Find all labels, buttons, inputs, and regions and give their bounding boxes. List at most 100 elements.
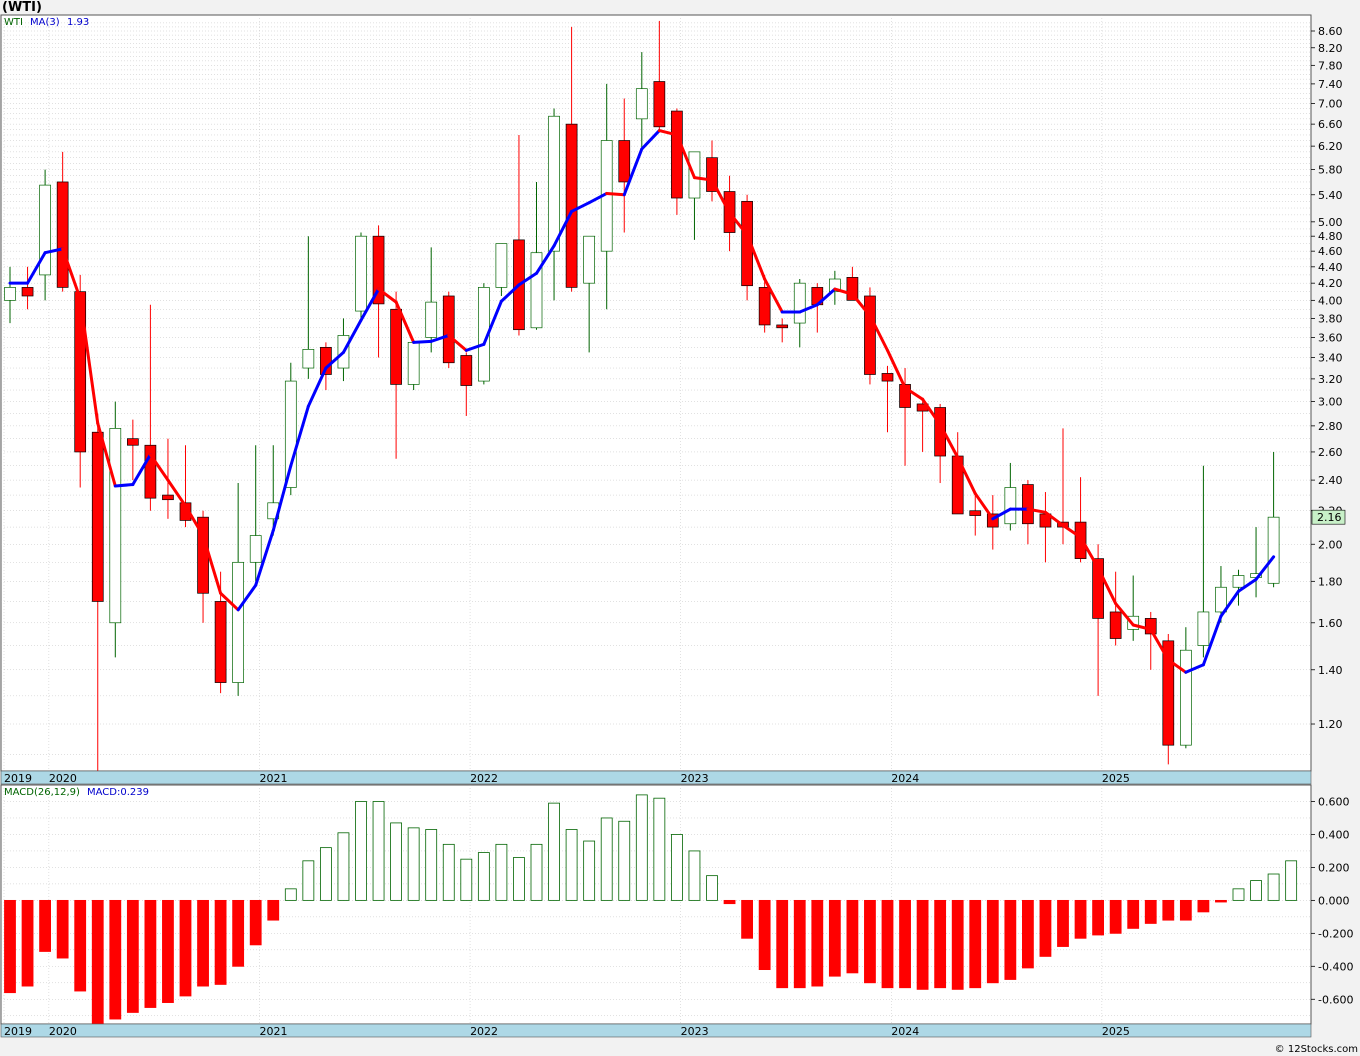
macd-bar-positive (635, 794, 648, 901)
macd-bar-positive (390, 822, 403, 901)
candle-up (407, 341, 420, 385)
candle-up (793, 282, 806, 324)
macd-bar-negative (1179, 899, 1192, 921)
macd-y-tick-label: 0.000 (1318, 894, 1350, 907)
legend-ma-value: 1.93 (67, 17, 89, 28)
candle-down (881, 373, 894, 382)
price-y-tick-label: 2.00 (1318, 538, 1343, 551)
macd-bar-positive (337, 832, 350, 901)
macd-bar-negative (267, 899, 280, 921)
macd-bar-negative (969, 899, 982, 989)
price-y-tick-label: 6.20 (1318, 140, 1343, 153)
macd-bar-negative (109, 899, 122, 1020)
macd-bar-positive (1232, 888, 1245, 901)
price-y-tick-label: 6.60 (1318, 118, 1343, 131)
macd-bar-negative (1074, 899, 1087, 939)
macd-bar-negative (811, 899, 824, 987)
last-price-tag: 2.16 (1311, 509, 1346, 525)
price-y-tick-label: 8.60 (1318, 25, 1343, 38)
macd-bar-negative (1197, 899, 1210, 913)
last-price-tag-value: 2.16 (1317, 511, 1342, 524)
macd-bar-positive (618, 820, 631, 901)
macd-bar-negative (56, 899, 69, 959)
macd-bar-positive (355, 801, 367, 901)
macd-bar-positive (495, 843, 508, 901)
price-y-tick-label: 4.80 (1318, 230, 1343, 243)
candle-down (1022, 484, 1034, 525)
legend-macd-value: MACD:0.239 (87, 787, 149, 798)
price-y-tick-label: 7.40 (1318, 78, 1343, 91)
macd-bar-negative (1162, 899, 1175, 921)
candle-down (162, 494, 174, 501)
price-x-label: 2025 (1102, 772, 1130, 785)
macd-panel: -0.600 -0.400 -0.200 0.000 0.200 0.400 0.600 M… (0, 784, 1353, 1038)
macd-x-label: 2023 (681, 1025, 709, 1038)
macd-bar-negative (776, 899, 789, 989)
macd-y-tick-label: 0.600 (1318, 795, 1350, 808)
candle-up (284, 380, 297, 488)
macd-bar-negative (1215, 899, 1227, 903)
candle-down (214, 601, 227, 683)
price-y-tick-label: 1.80 (1318, 575, 1343, 588)
macd-bar-positive (671, 834, 683, 901)
macd-y-tick-label: -0.400 (1318, 960, 1353, 973)
price-x-label: 2021 (259, 772, 287, 785)
candle-down (56, 181, 69, 288)
ma-segment (113, 483, 135, 488)
macd-bar-negative (126, 899, 139, 1013)
macd-bar-positive (653, 797, 666, 901)
macd-bar-negative (39, 899, 51, 952)
candle-up (1267, 516, 1280, 584)
price-x-label: 2020 (49, 772, 77, 785)
macd-x-label: 2019 (4, 1025, 32, 1038)
price-y-tick-label: 7.00 (1318, 97, 1343, 110)
macd-bar-positive (302, 860, 315, 901)
price-y-tick-label: 5.40 (1318, 189, 1343, 202)
candle-up (1197, 611, 1210, 646)
candle-down (1162, 640, 1175, 746)
price-y-tick-label: 2.80 (1318, 420, 1343, 433)
candle-down (653, 81, 666, 128)
price-y-tick-label: 5.00 (1318, 216, 1343, 229)
price-y-tick-label: 4.20 (1318, 277, 1343, 290)
price-x-label: 2022 (470, 772, 498, 785)
macd-y-tick-label: 0.200 (1318, 861, 1350, 874)
candle-up (495, 243, 508, 288)
macd-bar-negative (214, 899, 227, 985)
macd-bar-positive (513, 857, 525, 901)
macd-bar-negative (934, 899, 947, 989)
macd-bar-positive (407, 827, 420, 901)
macd-bar-negative (4, 899, 16, 994)
candle-up (109, 428, 122, 624)
macd-bar-negative (1039, 899, 1052, 957)
candle-up (583, 235, 596, 284)
price-x-label: 2024 (891, 772, 919, 785)
macd-bar-negative (21, 899, 34, 987)
candle-up (4, 287, 16, 301)
price-y-tick-label: 3.80 (1318, 312, 1343, 325)
macd-bar-negative (1127, 899, 1140, 929)
price-y-tick-label: 8.20 (1318, 42, 1343, 55)
macd-y-tick-label: -0.600 (1318, 993, 1353, 1006)
price-x-label: 2019 (4, 772, 32, 785)
footer-credit: © 12Stocks.com (1275, 1044, 1358, 1055)
price-y-tick-label: 3.00 (1318, 396, 1343, 409)
candle-down (91, 431, 104, 602)
macd-bar-positive (583, 840, 596, 901)
macd-bar-positive (548, 802, 560, 901)
price-y-tick-label: 1.40 (1318, 664, 1343, 677)
candle-down (1074, 521, 1087, 559)
price-y-tick-label: 7.80 (1318, 59, 1343, 72)
macd-bar-negative (723, 899, 736, 905)
macd-bar-negative (1057, 899, 1069, 947)
macd-bar-negative (916, 899, 929, 990)
price-plot-area (0, 14, 1312, 772)
price-y-tick-label: 4.00 (1318, 294, 1343, 307)
macd-x-label: 2020 (49, 1025, 77, 1038)
macd-bar-negative (793, 899, 806, 989)
macd-bar-positive (1267, 873, 1280, 901)
candle-down (671, 110, 683, 199)
macd-bar-positive (319, 847, 332, 901)
legend-ma-label: MA(3) (30, 17, 60, 28)
macd-bar-negative (179, 899, 192, 997)
